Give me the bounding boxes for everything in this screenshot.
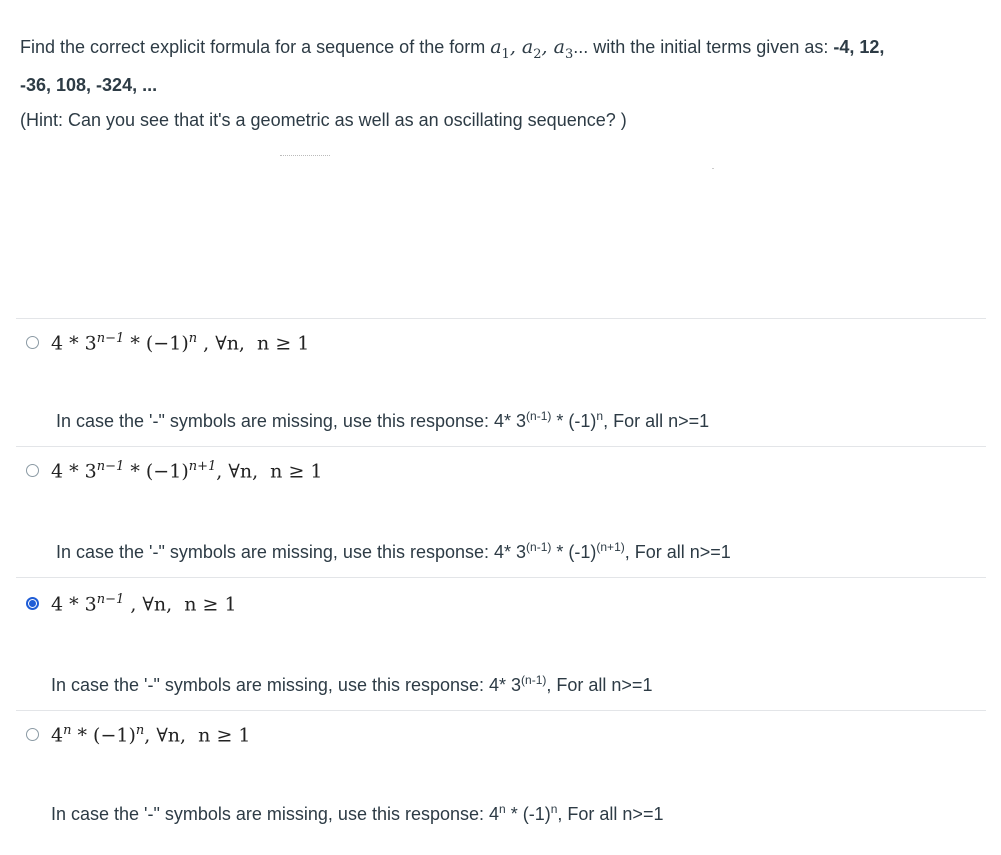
option-1-response-text: In case the '-" symbols are missing, use… [56, 409, 710, 431]
option-2-row[interactable]: 4 * 3n−1 * (−1)n+1, ∀n, n ≥ 1 [26, 459, 323, 482]
question-text: Find the correct explicit formula for a … [20, 36, 885, 95]
option-3-row[interactable]: 4 * 3n−1 , ∀n, n ≥ 1 [26, 592, 237, 615]
option-4-row[interactable]: 4n * (−1)n, ∀n, n ≥ 1 [26, 723, 251, 746]
option-2-radio[interactable] [26, 464, 39, 478]
option-1-row[interactable]: 4 * 3n−1 * (−1)n , ∀n, n ≥ 1 [26, 331, 309, 354]
option-4-formula: 4n * (−1)n, ∀n, n ≥ 1 [51, 723, 251, 747]
answer-option-4[interactable]: 4n * (−1)n, ∀n, n ≥ 1 In case the '-" sy… [16, 710, 986, 851]
option-4-response-text: In case the '-" symbols are missing, use… [51, 802, 664, 824]
option-2-response-text: In case the '-" symbols are missing, use… [56, 540, 731, 562]
option-4-radio[interactable] [26, 728, 39, 742]
option-1-formula: 4 * 3n−1 * (−1)n , ∀n, n ≥ 1 [51, 331, 310, 355]
sequence-form-math: a1, a2, a3 [490, 36, 574, 62]
option-3-formula: 4 * 3n−1 , ∀n, n ≥ 1 [51, 592, 237, 616]
answer-option-1[interactable]: 4 * 3n−1 * (−1)n , ∀n, n ≥ 1 In case the… [16, 318, 986, 447]
initial-terms-line1: -4, 12, [833, 37, 885, 57]
initial-terms-line2: -36, 108, -324, ... [20, 74, 158, 95]
answer-option-3[interactable]: 4 * 3n−1 , ∀n, n ≥ 1 In case the '-" sym… [16, 577, 986, 711]
option-3-response-text: In case the '-" symbols are missing, use… [51, 673, 653, 695]
option-2-formula: 4 * 3n−1 * (−1)n+1, ∀n, n ≥ 1 [51, 459, 323, 483]
hint-text: (Hint: Can you see that it's a geometric… [20, 110, 627, 130]
faint-mark [280, 155, 330, 157]
option-3-radio-selected[interactable] [26, 597, 39, 611]
answer-option-2[interactable]: 4 * 3n−1 * (−1)n+1, ∀n, n ≥ 1 In case th… [16, 446, 986, 578]
option-1-radio[interactable] [26, 336, 39, 350]
faint-dot [712, 168, 714, 169]
